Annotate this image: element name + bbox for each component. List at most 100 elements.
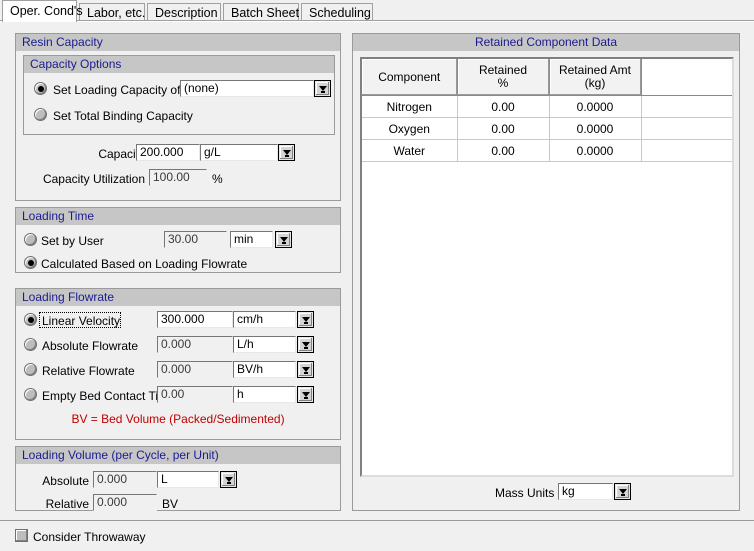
capacity-input[interactable]: 200.000 [136,144,200,161]
cell-retained-pct[interactable]: 0.00 [457,139,550,162]
retained-component-data-group: Retained Component Data Component Retain… [352,33,740,511]
relative-flowrate-units-dropdown-button[interactable] [297,361,314,378]
cell-component[interactable]: Water [362,139,458,162]
tab-description[interactable]: Description [147,3,221,21]
linear-velocity-input[interactable]: 300.000 [157,311,233,328]
loading-volume-absolute-input[interactable]: 0.000 [93,471,157,488]
linear-velocity-units-dropdown-button[interactable] [297,311,314,328]
chevron-down-icon [616,485,629,498]
cell-retained-amt[interactable]: 0.0000 [549,95,642,118]
cell-component[interactable]: Nitrogen [362,95,458,118]
label-relative-flowrate: Relative Flowrate [42,364,135,378]
cell-retained-amt[interactable]: 0.0000 [549,139,642,162]
loading-time-title: Loading Time [16,208,340,225]
cell-filler [641,139,732,162]
retained-component-table[interactable]: Component Retained % Retained Amt (kg) N… [360,57,734,477]
radio-empty-bed-contact-time[interactable] [24,388,37,401]
column-header-retained-pct-line1: Retained [478,63,528,77]
table-row[interactable]: Oxygen 0.00 0.0000 [362,117,732,140]
loading-volume-units-select-value[interactable]: L [157,471,219,488]
label-calculated-based-on-flowrate: Calculated Based on Loading Flowrate [41,257,248,271]
bv-definition-note: BV = Bed Volume (Packed/Sedimented) [71,412,285,426]
absolute-flowrate-input[interactable]: 0.000 [157,336,233,353]
loading-volume-title: Loading Volume (per Cycle, per Unit) [16,447,340,464]
loading-capacity-dropdown-button[interactable] [314,80,331,97]
consider-throwaway-checkbox[interactable] [15,529,28,542]
empty-bed-contact-time-units-select-value[interactable]: h [233,386,296,403]
label-capacity-utilization-units: % [212,172,223,186]
capacity-options-title: Capacity Options [24,56,334,73]
radio-set-by-user[interactable] [24,233,37,246]
label-capacity-utilization: Capacity Utilization [42,172,145,186]
linear-velocity-units-select-value[interactable]: cm/h [233,311,296,328]
label-set-total-binding-capacity: Set Total Binding Capacity [53,109,193,123]
label-mass-units: Mass Units [495,486,555,500]
loading-volume-group: Loading Volume (per Cycle, per Unit) Abs… [15,446,341,511]
label-consider-throwaway: Consider Throwaway [33,530,146,544]
radio-set-loading-capacity[interactable] [34,82,47,95]
label-loading-volume-relative-units: BV [162,497,179,511]
table-row[interactable]: Water 0.00 0.0000 [362,139,732,162]
cell-component[interactable]: Oxygen [362,117,458,140]
loading-volume-relative-input[interactable]: 0.000 [93,494,157,511]
chevron-down-icon [299,338,312,351]
label-absolute-flowrate: Absolute Flowrate [42,339,139,353]
tab-batch-sheet[interactable]: Batch Sheet [223,3,299,21]
mass-units-dropdown-button[interactable] [614,483,631,500]
column-header-retained-amt[interactable]: Retained Amt (kg) [549,59,642,96]
tab-oper-conds[interactable]: Oper. Cond's [2,0,83,22]
label-set-loading-capacity: Set Loading Capacity of [53,83,181,97]
capacity-units-select-value[interactable]: g/L [200,144,278,161]
radio-calculated-based-on-flowrate[interactable] [24,256,37,269]
radio-set-total-binding-capacity[interactable] [34,108,47,121]
chevron-down-icon [280,146,293,159]
loading-volume-units-dropdown-button[interactable] [220,471,237,488]
loading-time-units-dropdown-button[interactable] [275,231,292,248]
capacity-utilization-input[interactable]: 100.00 [149,169,207,186]
column-header-filler [641,59,732,96]
loading-time-input[interactable]: 30.00 [164,231,227,248]
mass-units-select-value[interactable]: kg [558,483,613,500]
label-loading-volume-absolute: Absolute [42,474,89,488]
relative-flowrate-units-select-value[interactable]: BV/h [233,361,296,378]
radio-linear-velocity[interactable] [24,313,37,326]
chevron-down-icon [316,82,329,95]
column-header-retained-pct[interactable]: Retained % [457,59,550,96]
chevron-down-icon [299,313,312,326]
cell-filler [641,95,732,118]
tab-labor-etc[interactable]: Labor, etc. [79,3,145,21]
loading-capacity-select-value[interactable]: (none) [180,80,314,97]
tab-strip: Oper. Cond's Labor, etc. Description Bat… [0,0,754,22]
chevron-down-icon [222,473,235,486]
loading-time-group: Loading Time Set by User 30.00 min Calcu… [15,207,341,273]
chevron-down-icon [277,233,290,246]
loading-time-units-select-value[interactable]: min [230,231,273,248]
absolute-flowrate-units-select-value[interactable]: L/h [233,336,296,353]
resin-capacity-title: Resin Capacity [16,34,340,51]
table-row[interactable]: Nitrogen 0.00 0.0000 [362,95,732,118]
capacity-units-dropdown-button[interactable] [278,144,295,161]
empty-bed-contact-time-input[interactable]: 0.00 [157,386,233,403]
empty-bed-contact-time-units-dropdown-button[interactable] [297,386,314,403]
resin-capacity-group: Resin Capacity Capacity Options Set Load… [15,33,341,201]
column-header-retained-pct-line2: % [497,76,509,90]
oper-conds-page: Resin Capacity Capacity Options Set Load… [0,21,754,544]
capacity-options-group: Capacity Options Set Loading Capacity of… [23,55,335,135]
bottom-divider [0,520,754,521]
column-header-retained-amt-line1: Retained Amt [558,63,632,77]
cell-retained-pct[interactable]: 0.00 [457,95,550,118]
radio-absolute-flowrate[interactable] [24,338,37,351]
cell-retained-pct[interactable]: 0.00 [457,117,550,140]
tab-scheduling[interactable]: Scheduling [301,3,373,21]
label-loading-volume-relative: Relative [45,497,89,511]
absolute-flowrate-units-dropdown-button[interactable] [297,336,314,353]
loading-flowrate-group: Loading Flowrate Linear Velocity 300.000… [15,288,341,440]
cell-filler [641,117,732,140]
radio-relative-flowrate[interactable] [24,363,37,376]
relative-flowrate-input[interactable]: 0.000 [157,361,233,378]
column-header-component[interactable]: Component [362,59,458,96]
cell-retained-amt[interactable]: 0.0000 [549,117,642,140]
label-linear-velocity: Linear Velocity [42,314,121,328]
retained-component-data-title: Retained Component Data [353,34,739,51]
column-header-retained-amt-line2: (kg) [584,76,606,90]
